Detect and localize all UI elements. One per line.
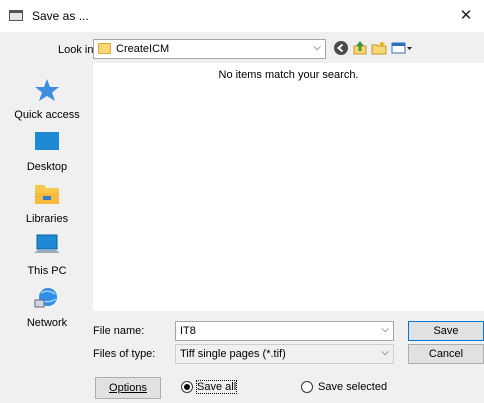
file-type-label: Files of type: — [93, 348, 156, 360]
folder-icon — [98, 43, 111, 54]
new-folder-icon[interactable] — [371, 40, 387, 56]
file-list[interactable]: No items match your search. — [93, 63, 484, 311]
file-type-select[interactable]: Tiff single pages (*.tif) ⌵ — [175, 344, 394, 364]
look-in-value: CreateICM — [116, 43, 170, 55]
network-icon — [34, 288, 57, 308]
close-button[interactable]: ✕ — [448, 0, 484, 32]
save-selected-radio[interactable] — [301, 381, 313, 393]
chevron-down-icon: ⌵ — [381, 347, 389, 358]
save-button[interactable]: Save — [408, 321, 484, 341]
chevron-down-icon: ⌵ — [381, 324, 389, 335]
star-icon — [35, 79, 59, 101]
file-name-label: File name: — [93, 325, 145, 337]
libraries-icon — [35, 185, 59, 204]
place-libraries[interactable]: Libraries — [4, 182, 90, 225]
cancel-button[interactable]: Cancel — [408, 344, 484, 364]
places-bar: Quick access Desktop Libraries This PC N… — [4, 66, 90, 391]
title-bar: Save as ... ✕ — [0, 0, 484, 32]
up-folder-icon[interactable] — [352, 40, 368, 56]
place-network[interactable]: Network — [4, 286, 90, 329]
back-icon[interactable] — [333, 40, 349, 56]
view-menu-icon[interactable] — [391, 40, 413, 56]
look-in-dropdown[interactable]: CreateICM ⌵ — [93, 39, 326, 59]
file-name-field[interactable]: IT8 ⌵ — [175, 321, 394, 341]
empty-message: No items match your search. — [218, 69, 359, 81]
window-icon — [9, 10, 23, 21]
place-quick-access[interactable]: Quick access — [4, 78, 90, 121]
save-all-radio[interactable] — [181, 381, 193, 393]
file-name-value: IT8 — [180, 325, 196, 337]
desktop-icon — [35, 132, 59, 150]
computer-icon — [34, 234, 60, 253]
look-in-label: Look in: — [58, 44, 97, 56]
options-button[interactable]: Options — [95, 377, 161, 399]
save-all-label[interactable]: Save all — [195, 380, 238, 394]
save-selected-label[interactable]: Save selected — [318, 381, 387, 393]
chevron-down-icon: ⌵ — [313, 42, 321, 53]
file-type-value: Tiff single pages (*.tif) — [180, 348, 286, 360]
place-this-pc[interactable]: This PC — [4, 234, 90, 277]
window-title: Save as ... — [32, 9, 89, 23]
place-desktop[interactable]: Desktop — [4, 130, 90, 173]
